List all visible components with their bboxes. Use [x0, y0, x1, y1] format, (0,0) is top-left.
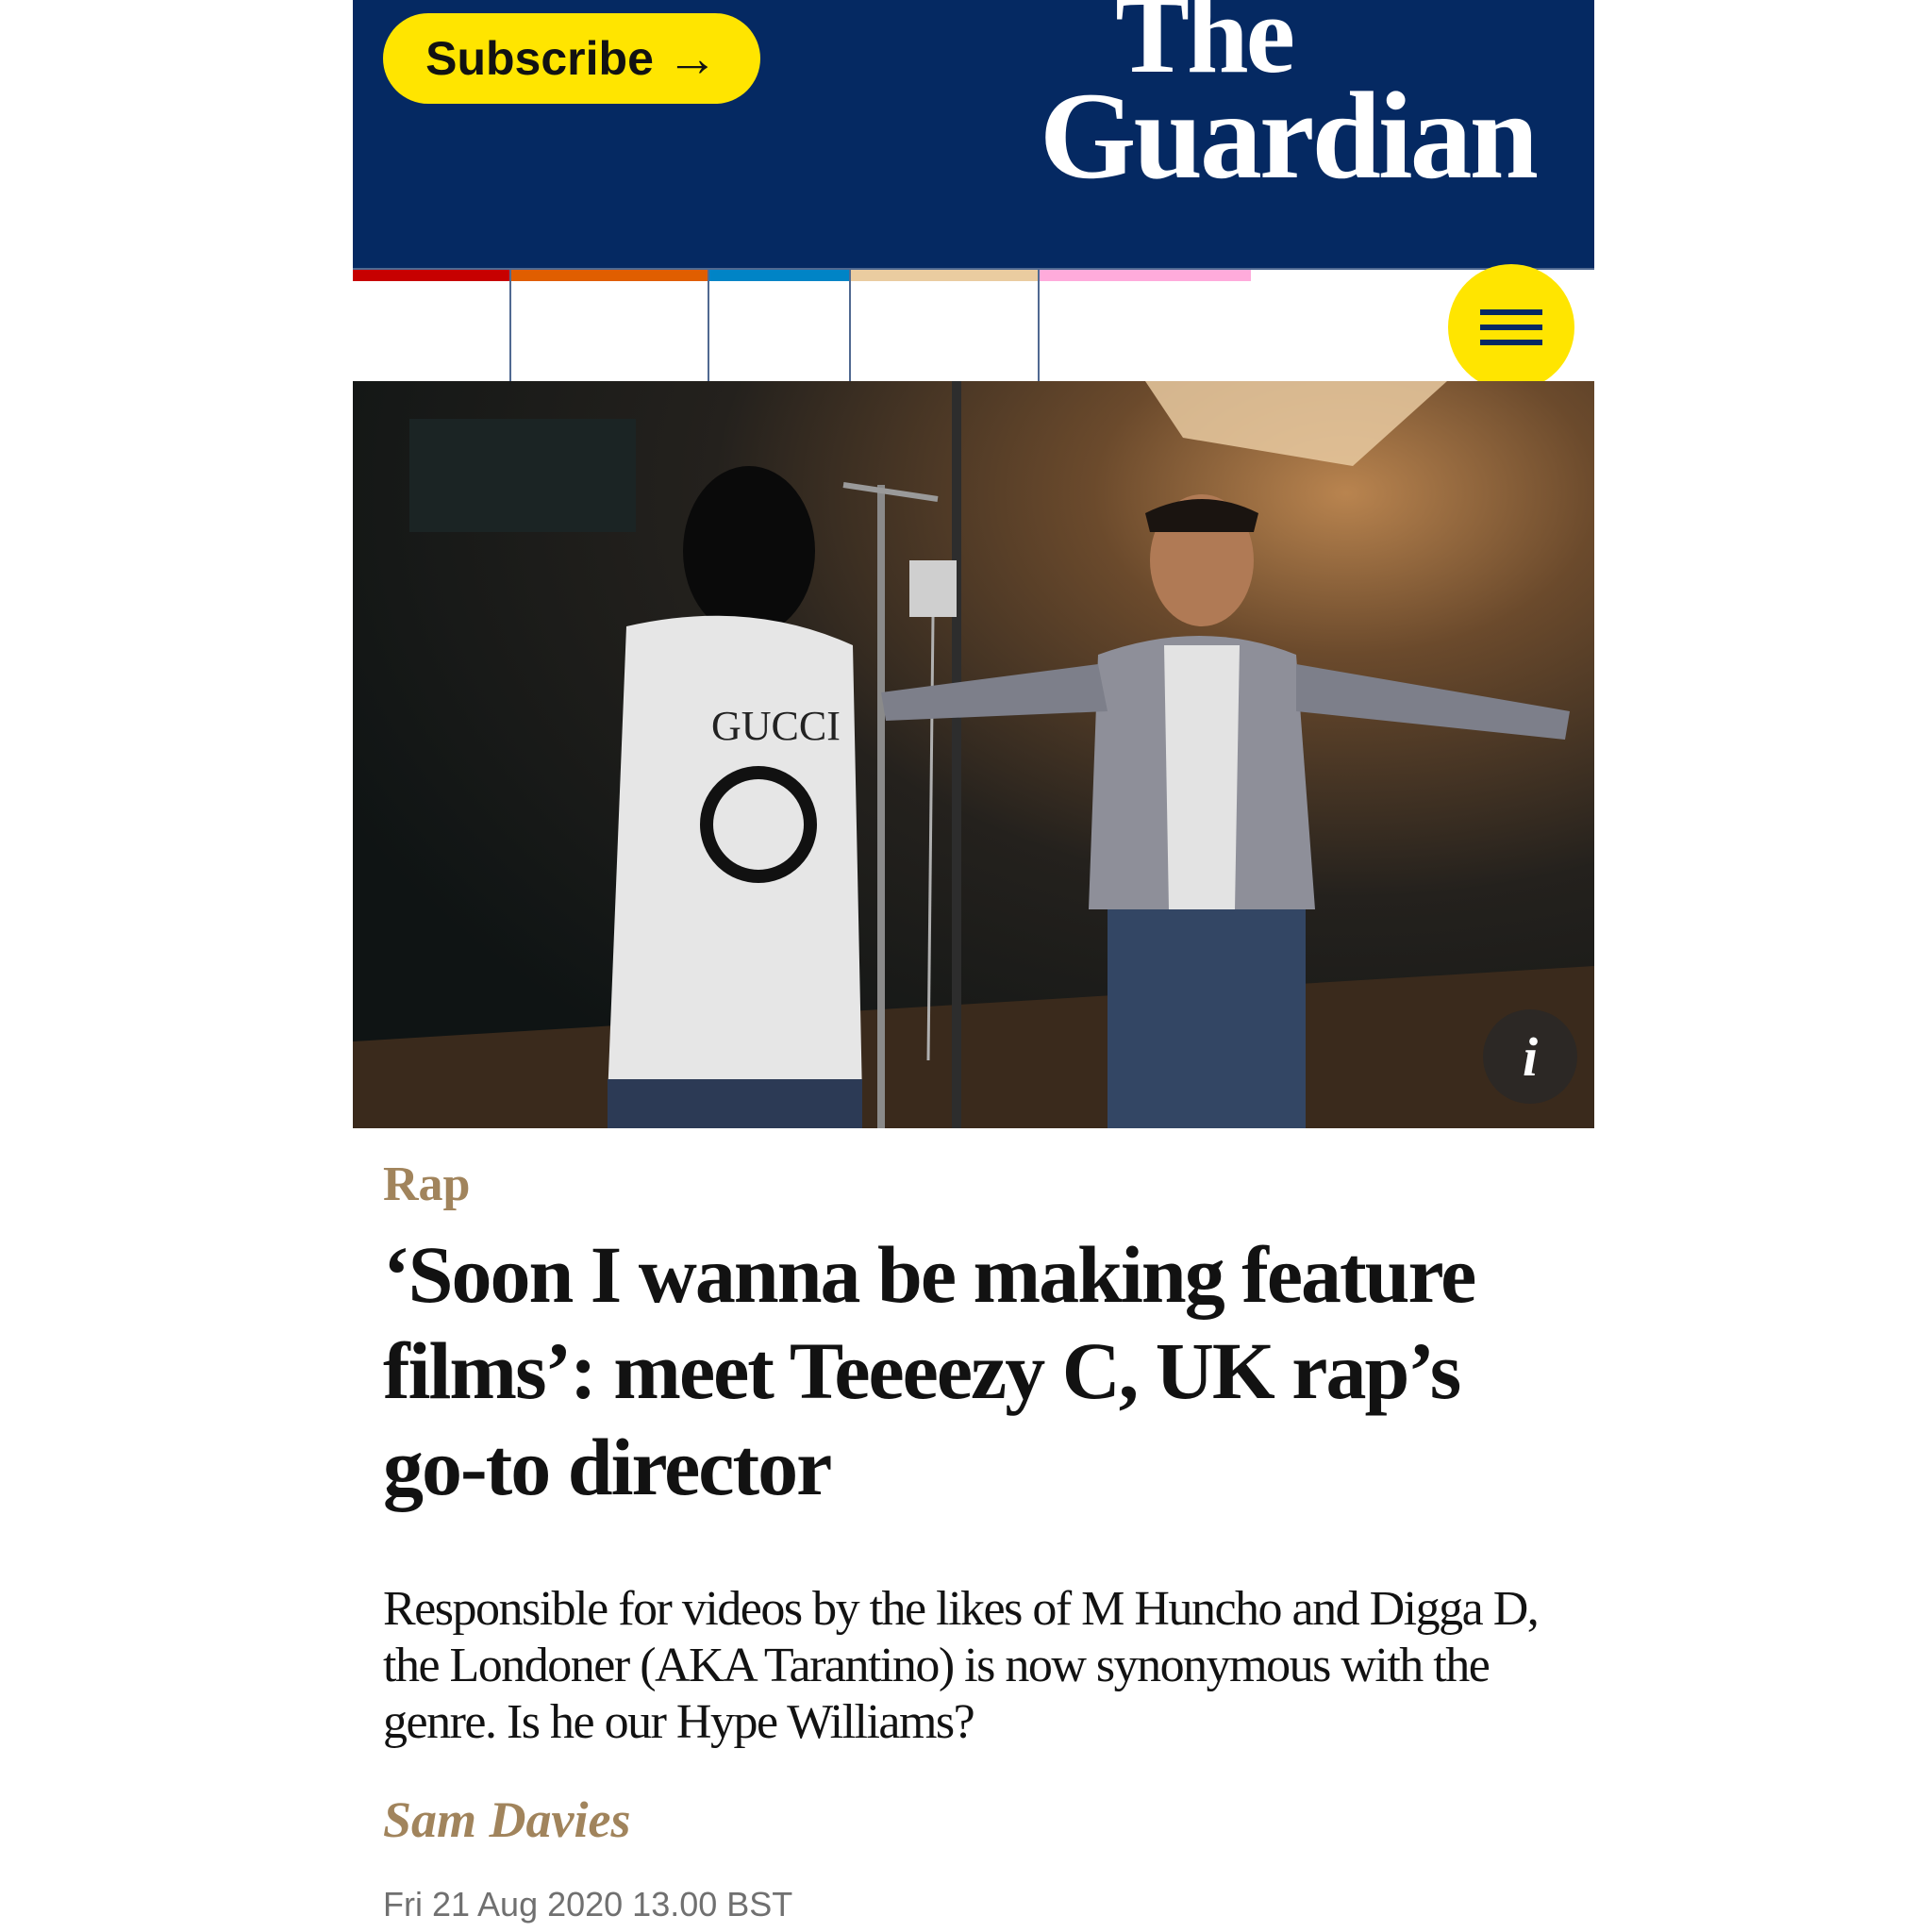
- studio-light: [1145, 381, 1447, 466]
- hero-illustration: GUCCI: [353, 381, 1594, 1128]
- logo-line-guardian: Guardian: [1039, 66, 1539, 206]
- publish-date: Fri 21 Aug 2020 13.00 BST: [383, 1885, 793, 1924]
- iv-stand-hook: [842, 482, 939, 502]
- arrow-right-icon: →: [666, 30, 718, 87]
- shirt-text: GUCCI: [711, 703, 841, 749]
- nav-item-news[interactable]: News: [353, 270, 511, 381]
- nav-item-opinion[interactable]: Opinion: [511, 270, 709, 381]
- right-figure-hair: [1145, 499, 1258, 532]
- nav-item-label: Sport: [719, 300, 827, 351]
- iv-bag: [909, 560, 957, 617]
- hamburger-menu-icon[interactable]: [1448, 264, 1574, 391]
- article-page: Subscribe → The Guardian News Opinion Sp…: [353, 0, 1594, 1932]
- nav-item-label: News: [381, 300, 485, 351]
- nav-item-sport[interactable]: Sport: [709, 270, 851, 381]
- nav-item-label: Culture: [860, 300, 1011, 351]
- nav-item-label: Opinion: [521, 300, 680, 351]
- article-standfirst: Responsible for videos by the likes of M…: [383, 1582, 1540, 1749]
- nav-item-lifestyle[interactable]: Lifestyle: [1040, 270, 1251, 381]
- right-arm: [1296, 664, 1570, 740]
- background-wall: [409, 419, 636, 532]
- article-headline: ‘Soon I wanna be making feature films’: …: [383, 1229, 1476, 1512]
- guardian-logo[interactable]: The Guardian: [1039, 0, 1539, 206]
- left-arm: [881, 664, 1108, 721]
- balaclava-head: [683, 466, 815, 636]
- info-icon[interactable]: i: [1483, 1009, 1577, 1104]
- subscribe-label: Subscribe: [425, 32, 654, 85]
- author-byline[interactable]: Sam Davies: [383, 1790, 631, 1849]
- right-figure-tshirt: [1164, 645, 1240, 909]
- floor: [353, 966, 1594, 1128]
- nav-item-label: Lifestyle: [1049, 300, 1215, 351]
- masthead: Subscribe → The Guardian: [353, 0, 1594, 270]
- subscribe-button[interactable]: Subscribe →: [383, 13, 760, 104]
- left-figure-shirt: [608, 615, 862, 1098]
- hero-image: GUCCI: [353, 381, 1594, 1128]
- menu-line: [1480, 325, 1542, 330]
- left-figure-jeans: [608, 1079, 862, 1128]
- menu-line: [1480, 340, 1542, 345]
- right-figure-jeans: [1108, 909, 1306, 1128]
- section-kicker[interactable]: Rap: [383, 1157, 470, 1212]
- pillar-nav: News Opinion Sport Culture Lifestyle: [353, 270, 1251, 381]
- nav-item-culture[interactable]: Culture: [851, 270, 1040, 381]
- menu-line: [1480, 309, 1542, 315]
- iv-tube: [926, 616, 935, 1061]
